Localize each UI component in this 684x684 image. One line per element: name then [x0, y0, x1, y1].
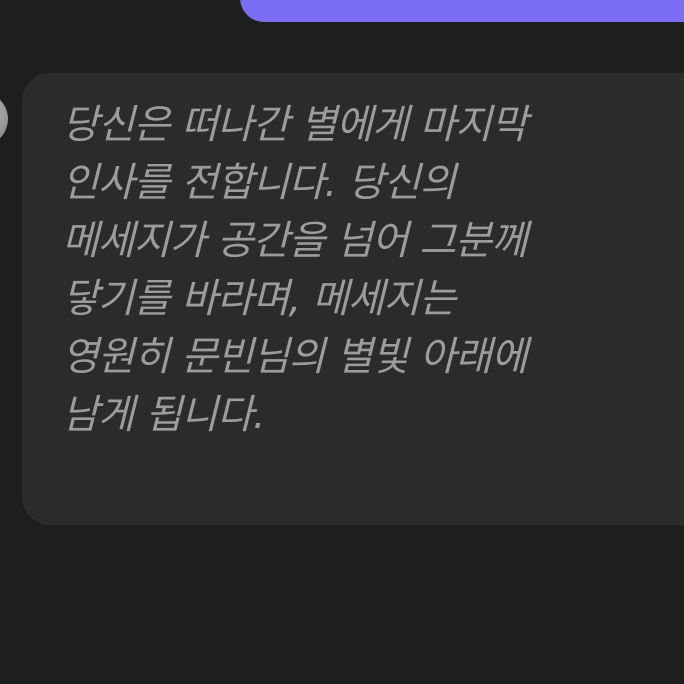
message-line: 남게 됩니다.	[62, 392, 265, 438]
sent-message-bubble[interactable]	[240, 0, 684, 22]
message-line: 닿기를 바라며, 메세지는	[62, 276, 456, 322]
message-line: 당신은 떠나간 별에게 마지막	[62, 102, 528, 148]
message-line: 메세지가 공간을 넘어 그분께	[62, 218, 528, 264]
chat-area: 당신은 떠나간 별에게 마지막 인사를 전합니다. 당신의 메세지가 공간을 넘…	[0, 0, 684, 684]
sender-avatar[interactable]	[0, 92, 8, 146]
message-line: 인사를 전합니다. 당신의	[62, 160, 456, 206]
message-line: 영원히 문빈님의 별빛 아래에	[62, 334, 528, 380]
received-message-text: 당신은 떠나간 별에게 마지막 인사를 전합니다. 당신의 메세지가 공간을 넘…	[62, 96, 684, 444]
